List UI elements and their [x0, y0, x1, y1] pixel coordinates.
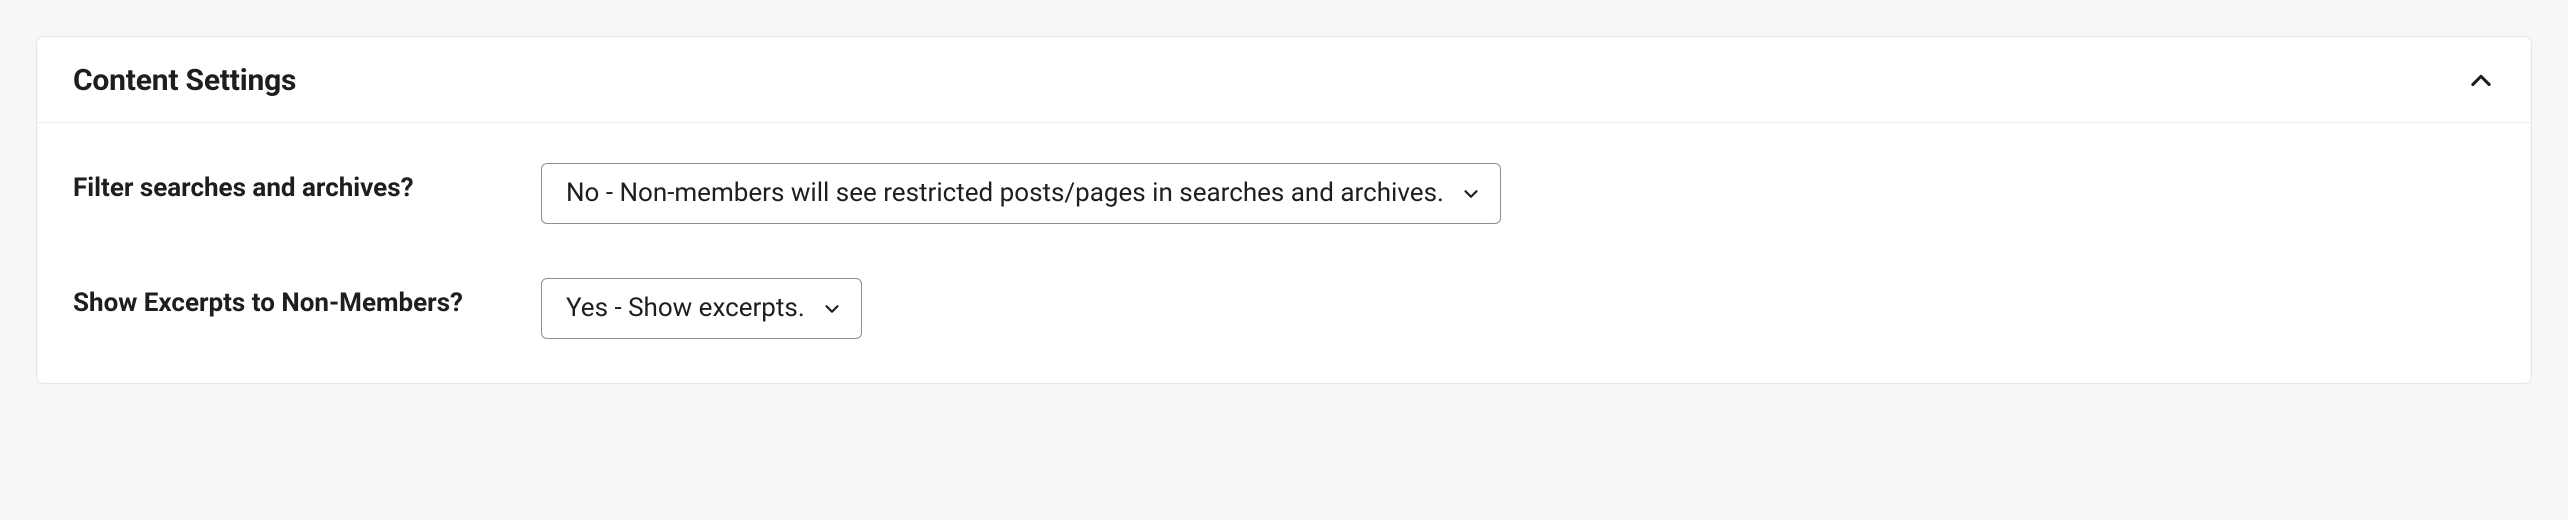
setting-row-filter: Filter searches and archives? No - Non-m…	[73, 163, 2495, 224]
filter-select[interactable]: No - Non-members will see restricted pos…	[541, 163, 1501, 224]
filter-select-value: No - Non-members will see restricted pos…	[566, 178, 1444, 209]
chevron-up-icon	[2467, 67, 2495, 95]
excerpts-control-col: Yes - Show excerpts.	[541, 278, 2495, 339]
content-settings-panel: Content Settings Filter searches and arc…	[36, 36, 2532, 384]
filter-label: Filter searches and archives?	[73, 163, 493, 206]
panel-title: Content Settings	[73, 63, 296, 98]
chevron-down-icon	[1460, 183, 1482, 205]
chevron-down-icon	[821, 298, 843, 320]
panel-body: Filter searches and archives? No - Non-m…	[37, 123, 2531, 383]
excerpts-label: Show Excerpts to Non-Members?	[73, 278, 493, 321]
excerpts-select[interactable]: Yes - Show excerpts.	[541, 278, 862, 339]
filter-control-col: No - Non-members will see restricted pos…	[541, 163, 2495, 224]
setting-row-excerpts: Show Excerpts to Non-Members? Yes - Show…	[73, 278, 2495, 339]
panel-header[interactable]: Content Settings	[37, 37, 2531, 123]
excerpts-select-value: Yes - Show excerpts.	[566, 293, 805, 324]
